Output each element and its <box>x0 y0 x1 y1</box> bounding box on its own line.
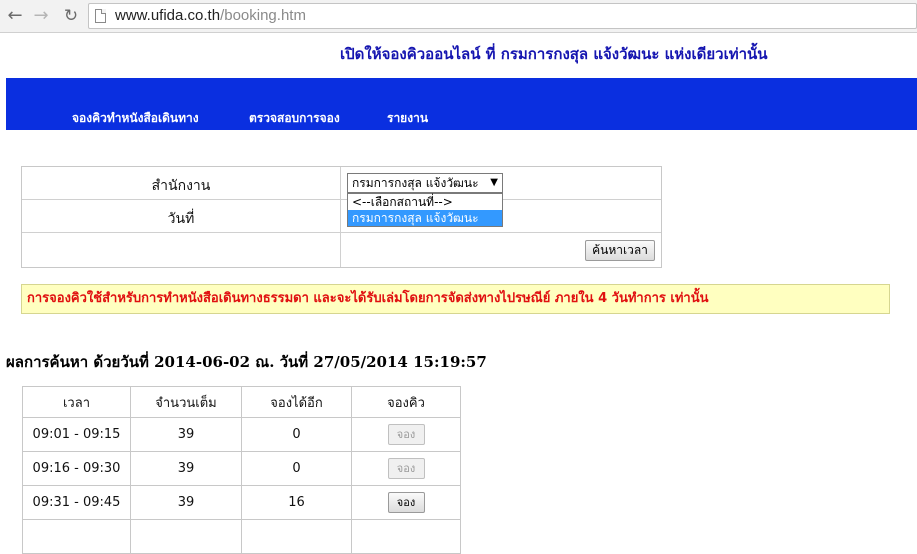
dropdown-arrow-icon: ▼ <box>490 177 498 188</box>
table-row: 09:31 - 09:45 39 16 จอง <box>22 485 461 520</box>
slot-available: 0 <box>241 451 352 486</box>
column-header-available: จองได้อีก <box>241 386 352 418</box>
menu-bar: จองคิวทำหนังสือเดินทาง ตรวจสอบการจอง ราย… <box>6 78 917 130</box>
slot-action: จอง <box>351 417 461 452</box>
table-row: 09:01 - 09:15 39 0 จอง <box>22 417 461 452</box>
slot-time: 09:31 - 09:45 <box>22 485 131 520</box>
table-header-row: เวลา จำนวนเต็ม จองได้อีก จองคิว <box>22 386 461 418</box>
slot-time <box>22 519 131 554</box>
slot-full: 39 <box>130 417 242 452</box>
search-time-button[interactable]: ค้นหาเวลา <box>585 240 655 261</box>
url-text: www.ufida.co.th/booking.htm <box>115 7 306 24</box>
slot-full: 39 <box>130 451 242 486</box>
slot-action: จอง <box>351 451 461 486</box>
slot-action: จอง <box>351 485 461 520</box>
office-option-chaengwattana[interactable]: กรมการกงสุล แจ้งวัฒนะ <box>348 210 502 226</box>
slot-available <box>241 519 352 554</box>
page-heading: เปิดให้จองคิวออนไลน์ ที่ กรมการกงสุล แจ้… <box>340 45 768 63</box>
slot-action <box>351 519 461 554</box>
column-header-book: จองคิว <box>351 386 461 418</box>
slot-full <box>130 519 242 554</box>
search-form: สำนักงาน วันที่ <box>21 166 662 268</box>
office-option-placeholder[interactable]: <--เลือกสถานที่--> <box>348 194 502 210</box>
book-button[interactable]: จอง <box>387 458 425 479</box>
menu-item-report[interactable]: รายงาน <box>387 109 428 128</box>
time-slot-table: เวลา จำนวนเต็ม จองได้อีก จองคิว 09:01 - … <box>22 386 461 554</box>
column-header-time: เวลา <box>22 386 131 418</box>
office-select[interactable]: กรมการกงสุล แจ้งวัฒนะ ▼ <box>347 173 503 193</box>
date-row: วันที่ <box>22 200 661 233</box>
slot-time: 09:01 - 09:15 <box>22 417 131 452</box>
forward-arrow-icon[interactable]: → <box>30 6 52 26</box>
page-icon <box>95 9 106 23</box>
table-row: 09:16 - 09:30 39 0 จอง <box>22 451 461 486</box>
table-row <box>22 519 461 554</box>
slot-time: 09:16 - 09:30 <box>22 451 131 486</box>
browser-toolbar: ← → ↻ www.ufida.co.th/booking.htm <box>0 0 917 33</box>
menu-item-booking[interactable]: จองคิวทำหนังสือเดินทาง <box>72 109 199 128</box>
book-button[interactable]: จอง <box>387 424 425 445</box>
office-dropdown-list: <--เลือกสถานที่--> กรมการกงสุล แจ้งวัฒนะ <box>347 193 503 227</box>
slot-full: 39 <box>130 485 242 520</box>
slot-available: 0 <box>241 417 352 452</box>
office-label: สำนักงาน <box>151 178 211 194</box>
column-header-full: จำนวนเต็ม <box>130 386 242 418</box>
reload-icon[interactable]: ↻ <box>60 6 82 26</box>
back-arrow-icon[interactable]: ← <box>4 6 26 26</box>
column-divider <box>340 167 341 267</box>
office-row: สำนักงาน <box>22 167 661 200</box>
notice-banner: การจองคิวใช้สำหรับการทำหนังสือเดินทางธรร… <box>21 284 890 314</box>
results-title: ผลการค้นหา ด้วยวันที่ 2014-06-02 ณ. วันท… <box>6 353 487 371</box>
action-row <box>22 233 661 266</box>
menu-item-check-booking[interactable]: ตรวจสอบการจอง <box>249 109 340 128</box>
slot-available: 16 <box>241 485 352 520</box>
book-button[interactable]: จอง <box>387 492 425 513</box>
address-bar[interactable]: www.ufida.co.th/booking.htm <box>88 3 917 29</box>
date-label: วันที่ <box>167 211 195 227</box>
